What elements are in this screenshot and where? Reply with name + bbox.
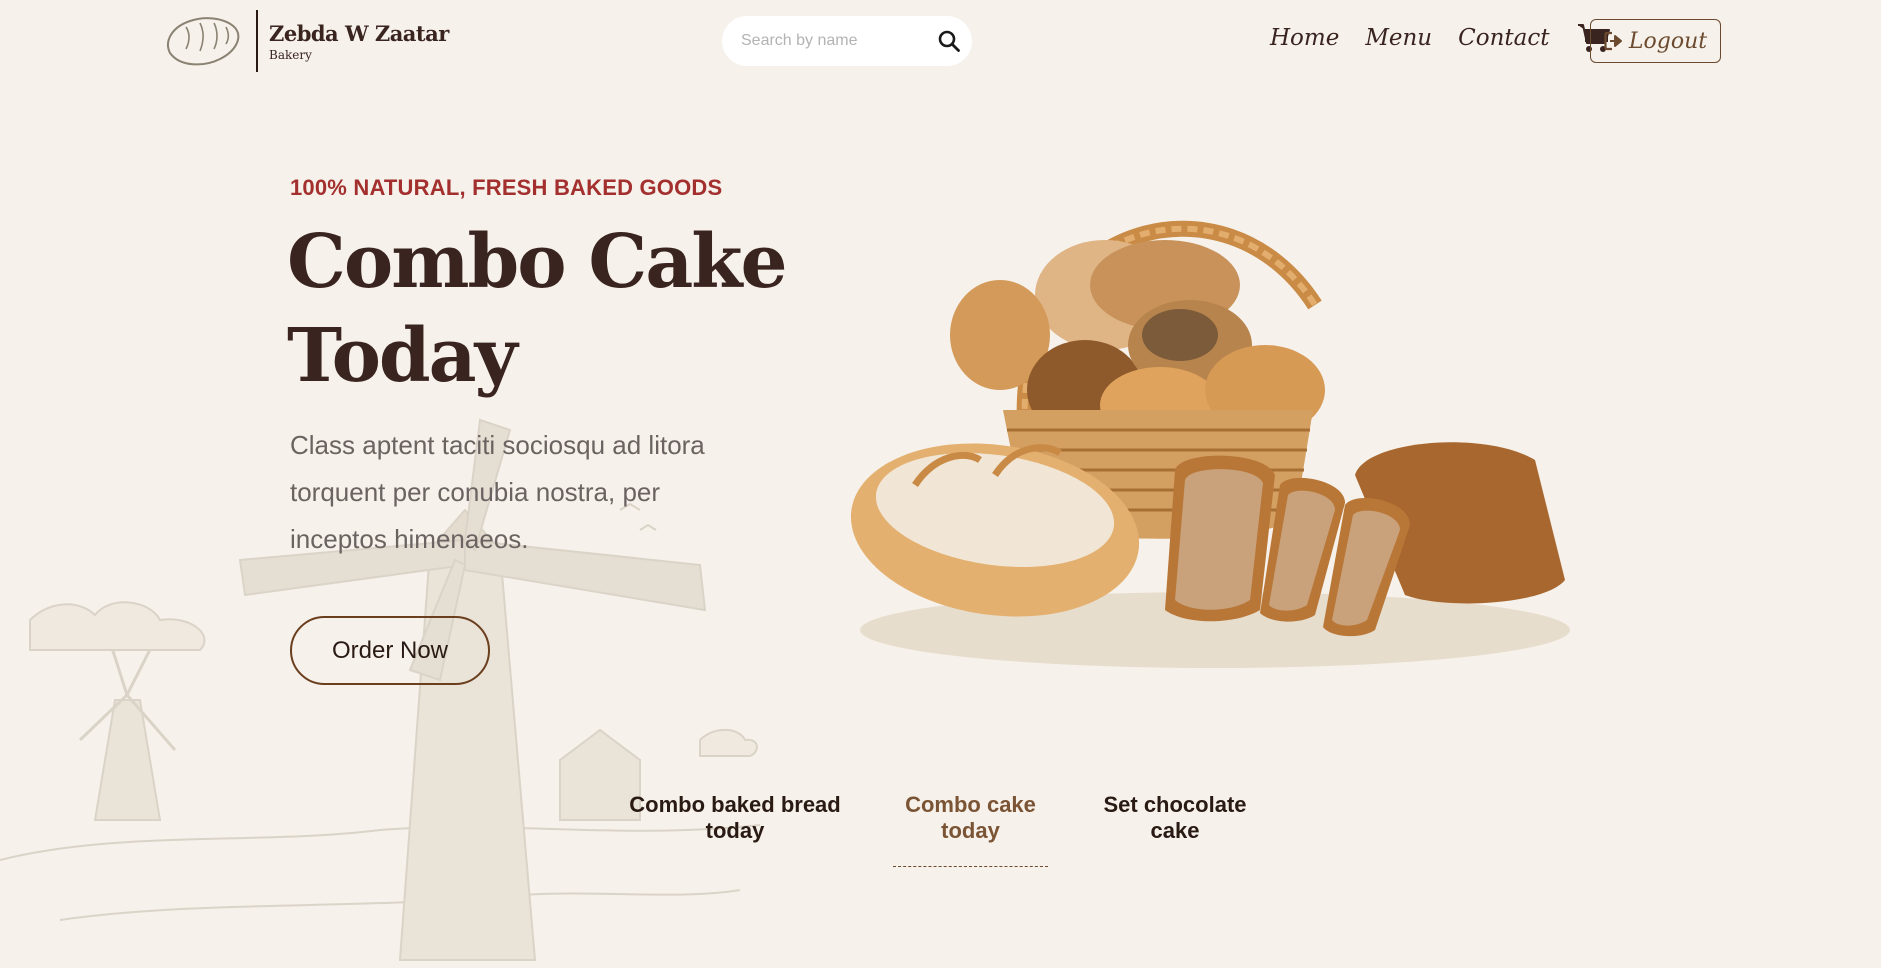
search-bar (722, 16, 972, 66)
order-now-button[interactable]: Order Now (290, 616, 490, 685)
search-input[interactable] (741, 21, 931, 61)
product-tabs: Combo baked bread today Combo cake today… (0, 792, 1881, 872)
tab-combo-cake[interactable]: Combo cake today (893, 792, 1048, 844)
hero-title-line-1: Combo Cake (287, 219, 788, 305)
hero-title-line-2: Today (287, 313, 518, 399)
nav-menu[interactable]: Menu (1365, 25, 1432, 51)
brand-name: Zebda W Zaatar (269, 20, 449, 46)
logout-button[interactable]: Logout (1590, 19, 1721, 63)
nav-home[interactable]: Home (1270, 25, 1339, 51)
logout-label: Logout (1628, 28, 1708, 54)
hero-eyebrow: 100% NATURAL, FRESH BAKED GOODS (290, 175, 723, 200)
brand-logo[interactable]: Zebda W Zaatar Bakery (162, 10, 449, 72)
logo-divider (256, 10, 258, 72)
tab-set-chocolate-cake[interactable]: Set chocolate cake (1090, 792, 1260, 844)
sign-out-icon (1604, 31, 1622, 51)
bread-basket-image (850, 220, 1570, 668)
hero-title: Combo Cake Today (287, 215, 807, 403)
main-nav: Home Menu Contact (1270, 22, 1611, 54)
brand-text: Zebda W Zaatar Bakery (269, 21, 449, 62)
site-header: Zebda W Zaatar Bakery Home Menu Contact … (0, 0, 1881, 82)
active-tab-indicator (893, 866, 1048, 867)
bread-loaf-icon (167, 17, 240, 66)
tab-combo-baked-bread[interactable]: Combo baked bread today (620, 792, 850, 844)
brand-subtitle: Bakery (269, 47, 312, 62)
search-icon[interactable] (937, 29, 961, 53)
nav-contact[interactable]: Contact (1458, 25, 1549, 51)
hero-description: Class aptent taciti sociosqu ad litora t… (290, 430, 705, 554)
